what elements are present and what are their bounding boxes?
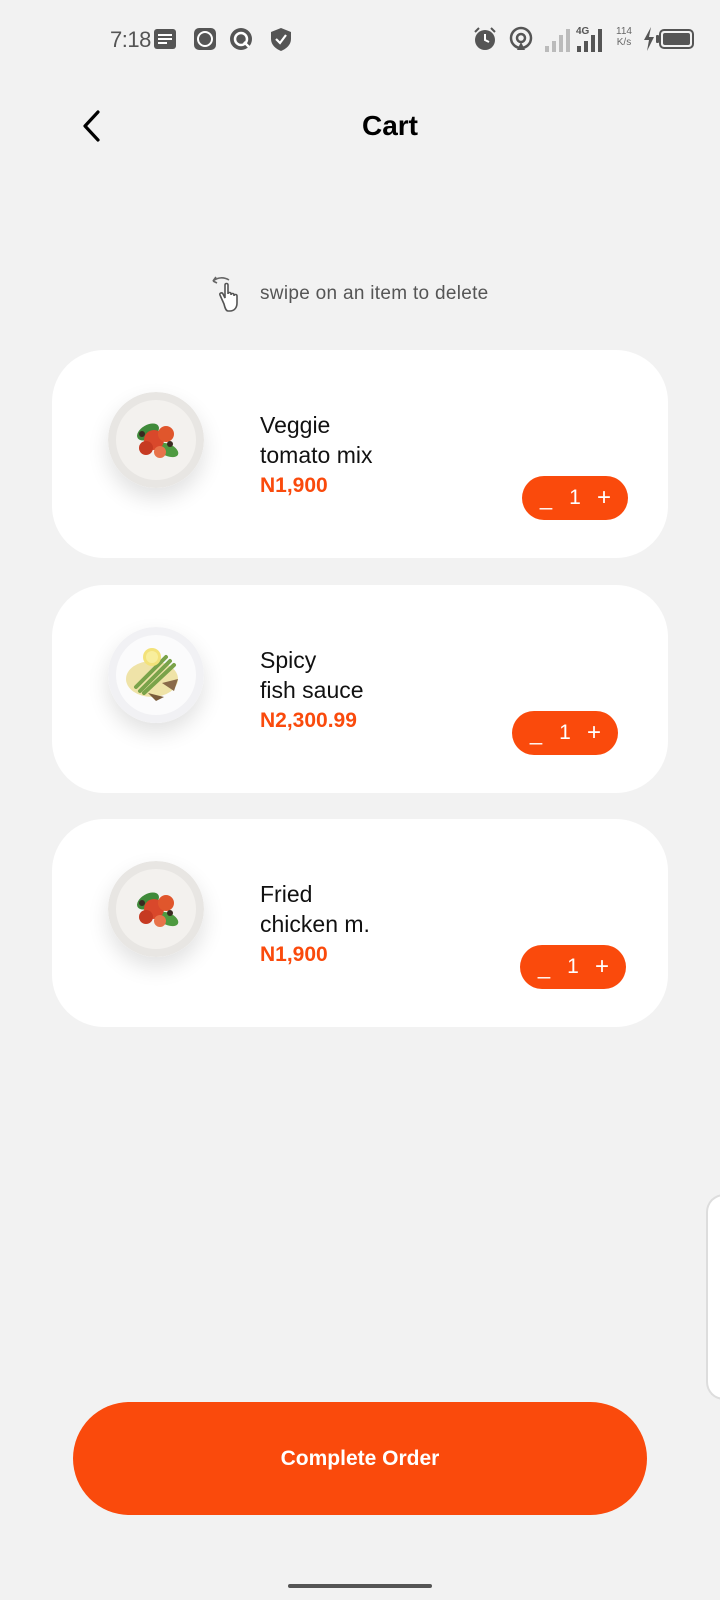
item-name-line1: Fried bbox=[260, 881, 313, 907]
item-name: Spicy fish sauce bbox=[260, 645, 510, 705]
item-price: N2,300.99 bbox=[260, 709, 357, 732]
quantity-stepper: _ 1 + bbox=[520, 945, 626, 989]
b-app-icon bbox=[194, 28, 216, 50]
item-name: Fried chicken m. bbox=[260, 879, 510, 939]
increase-button[interactable]: + bbox=[592, 483, 616, 513]
quantity-value: 1 bbox=[567, 955, 579, 978]
home-indicator[interactable] bbox=[288, 1584, 432, 1588]
network-speed: 114 K/s bbox=[610, 26, 638, 48]
item-name-line2: tomato mix bbox=[260, 442, 373, 468]
quantity-stepper: _ 1 + bbox=[522, 476, 628, 520]
cart-item[interactable]: Spicy fish sauce N2,300.99 _ 1 + bbox=[52, 585, 668, 793]
decrease-button[interactable]: _ bbox=[534, 483, 558, 513]
quantity-stepper: _ 1 + bbox=[512, 711, 618, 755]
battery-icon bbox=[656, 29, 694, 49]
quantity-value: 1 bbox=[569, 486, 581, 509]
decrease-button[interactable]: _ bbox=[524, 718, 548, 748]
notes-icon bbox=[154, 29, 176, 49]
speed-unit: K/s bbox=[616, 37, 632, 48]
page-title: Cart bbox=[361, 110, 418, 141]
alarm-icon bbox=[474, 27, 496, 50]
item-name-line2: fish sauce bbox=[260, 677, 364, 703]
decrease-button[interactable]: _ bbox=[532, 952, 556, 982]
signal-4g-icon: 4G bbox=[576, 26, 602, 52]
item-name-line1: Spicy bbox=[260, 647, 317, 673]
status-bar: 7:18 4G 114 K/s bbox=[0, 0, 720, 80]
swipe-hint-text: swipe on an item to delete bbox=[260, 283, 489, 304]
cart-item[interactable]: Fried chicken m. N1,900 _ 1 + bbox=[52, 819, 668, 1027]
item-price: N1,900 bbox=[260, 943, 328, 966]
increase-button[interactable]: + bbox=[582, 718, 606, 748]
status-time: 7:18 bbox=[110, 27, 151, 52]
hotspot-icon bbox=[509, 26, 533, 50]
charging-icon bbox=[644, 27, 654, 51]
complete-order-button[interactable]: Complete Order bbox=[73, 1402, 647, 1515]
item-price: N1,900 bbox=[260, 474, 328, 497]
food-image bbox=[108, 392, 204, 488]
swipe-hint: swipe on an item to delete bbox=[210, 274, 489, 314]
food-image bbox=[108, 627, 204, 723]
signal-empty-icon bbox=[545, 29, 570, 52]
q-app-icon bbox=[230, 28, 252, 50]
swipe-hand-icon bbox=[212, 276, 238, 312]
increase-button[interactable]: + bbox=[590, 952, 614, 982]
item-name: Veggie tomato mix bbox=[260, 410, 510, 470]
item-name-line1: Veggie bbox=[260, 412, 331, 438]
item-name-line2: chicken m. bbox=[260, 911, 370, 937]
speed-value: 114 bbox=[616, 26, 632, 37]
shield-icon bbox=[271, 28, 291, 51]
quantity-value: 1 bbox=[559, 721, 571, 744]
food-image bbox=[108, 861, 204, 957]
cart-item[interactable]: Veggie tomato mix N1,900 _ 1 + bbox=[52, 350, 668, 558]
side-edge-panel-handle[interactable] bbox=[706, 1194, 720, 1400]
svg-text:4G: 4G bbox=[576, 26, 590, 37]
